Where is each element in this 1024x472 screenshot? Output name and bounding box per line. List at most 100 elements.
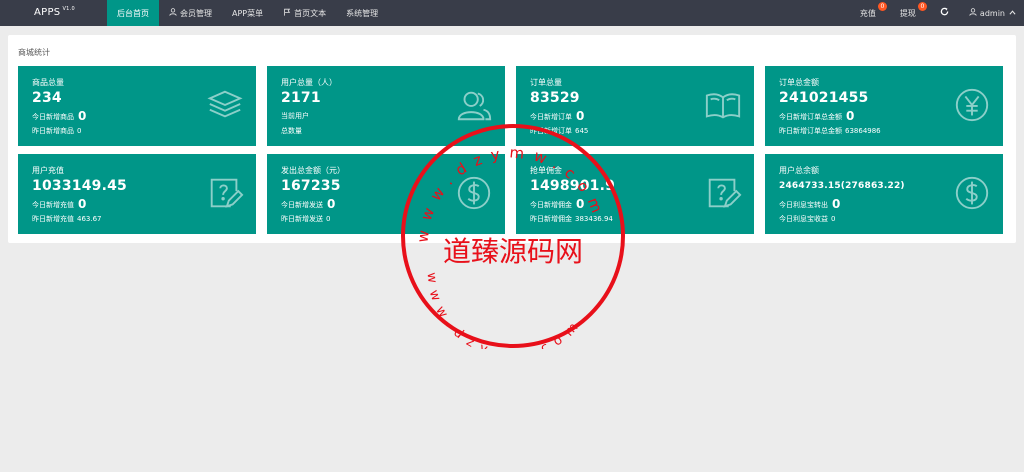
card-title: 发出总金额（元） bbox=[281, 166, 345, 175]
card-line-1: 今日新增订单 0 bbox=[530, 109, 584, 123]
nav-item-system[interactable]: 系统管理 bbox=[336, 0, 388, 26]
user-icon bbox=[169, 8, 177, 18]
card-line-2: 今日利息宝收益 0 bbox=[779, 214, 835, 224]
card-value: 83529 bbox=[530, 90, 580, 106]
top-navbar: APPSV1.0 后台首页 会员管理 APP菜单 首页文本 系统管理 充值 0 bbox=[0, 0, 1024, 26]
stat-card-recharge: 用户充值 1033149.45 今日新增充值 0 昨日新增充值 463.67 bbox=[18, 154, 256, 234]
card-line1-label: 今日利息宝转出 bbox=[779, 201, 828, 209]
card-title: 订单总金额 bbox=[779, 78, 819, 87]
card-line2-label: 昨日新增订单 bbox=[530, 127, 572, 135]
card-line-1: 今日新增商品 0 bbox=[32, 109, 86, 123]
refresh-button[interactable] bbox=[930, 0, 959, 26]
edit-icon bbox=[206, 174, 244, 212]
card-line-2: 总数量 bbox=[281, 126, 302, 136]
withdraw-badge: 0 bbox=[917, 2, 927, 11]
card-line2-label: 总数量 bbox=[281, 127, 302, 135]
card-value: 234 bbox=[32, 90, 62, 106]
card-line1-label: 今日新增充值 bbox=[32, 201, 74, 209]
dollar-icon bbox=[953, 174, 991, 212]
card-value: 1033149.45 bbox=[32, 178, 127, 194]
card-line-2: 昨日新增商品 0 bbox=[32, 126, 81, 136]
stat-card-commission: 抢单佣金 1498901.9 今日新增佣金 0 昨日新增佣金 383436.94 bbox=[516, 154, 754, 234]
card-line1-value: 0 bbox=[576, 109, 585, 123]
card-line1-label: 今日新增订单 bbox=[530, 113, 572, 121]
withdraw-label: 提现 bbox=[899, 8, 916, 18]
card-line1-value: 0 bbox=[832, 197, 841, 211]
card-line1-value: 0 bbox=[846, 109, 855, 123]
card-line1-label: 今日新增订单总金额 bbox=[779, 113, 842, 121]
nav-label-app-menu: APP菜单 bbox=[232, 8, 264, 18]
card-line-2: 昨日新增订单 645 bbox=[530, 126, 588, 136]
card-line2-value: 63864986 bbox=[845, 127, 881, 135]
nav-item-home[interactable]: 后台首页 bbox=[107, 0, 159, 26]
brand-version: V1.0 bbox=[62, 6, 76, 12]
card-line-2: 昨日新增充值 463.67 bbox=[32, 214, 102, 224]
nav-label-members: 会员管理 bbox=[180, 8, 212, 18]
brand-name: APPS bbox=[34, 7, 61, 18]
card-line1-value: 0 bbox=[576, 197, 585, 211]
card-line-1: 今日新增订单总金额 0 bbox=[779, 109, 854, 123]
card-title: 抢单佣金 bbox=[530, 166, 562, 175]
stats-panel: 商城统计 商品总量 234 今日新增商品 0 昨日新增商品 0 用户总量（人） 21… bbox=[8, 35, 1016, 243]
main-nav: 后台首页 会员管理 APP菜单 首页文本 系统管理 bbox=[107, 0, 388, 26]
card-title: 用户总量（人） bbox=[281, 78, 337, 87]
card-line-1: 今日新增充值 0 bbox=[32, 197, 86, 211]
stat-card-users: 用户总量（人） 2171 当前用户 总数量 bbox=[267, 66, 505, 146]
card-line2-label: 昨日新增订单总金额 bbox=[779, 127, 842, 135]
card-line-1: 今日新增佣金 0 bbox=[530, 197, 584, 211]
card-line2-label: 昨日新增佣金 bbox=[530, 215, 572, 223]
card-line2-label: 今日利息宝收益 bbox=[779, 215, 828, 223]
yen-icon bbox=[953, 86, 991, 124]
card-line2-value: 0 bbox=[326, 215, 331, 223]
stat-card-order-amount: 订单总金额 241021455 今日新增订单总金额 0 昨日新增订单总金额 6386… bbox=[765, 66, 1003, 146]
card-value: 2171 bbox=[281, 90, 321, 106]
navbar-right: 充值 0 提现 0 admin bbox=[850, 0, 1024, 26]
card-line2-value: 0 bbox=[77, 127, 82, 135]
users-icon bbox=[455, 86, 493, 124]
card-line-2: 昨日新增佣金 383436.94 bbox=[530, 214, 613, 224]
nav-item-members[interactable]: 会员管理 bbox=[159, 0, 222, 26]
card-line2-label: 昨日新增充值 bbox=[32, 215, 74, 223]
brand-logo[interactable]: APPS V1.0 bbox=[34, 6, 76, 18]
user-menu[interactable]: admin bbox=[959, 0, 1024, 26]
card-line2-value: 383436.94 bbox=[575, 215, 613, 223]
card-title: 商品总量 bbox=[32, 78, 64, 87]
card-line-2: 昨日新增发送 0 bbox=[281, 214, 330, 224]
card-line2-label: 昨日新增商品 bbox=[32, 127, 74, 135]
card-value: 241021455 bbox=[779, 90, 869, 106]
user-icon bbox=[969, 8, 977, 18]
stat-card-total-balance: 用户总余额 2464733.15(276863.22) 今日利息宝转出 0 今日利… bbox=[765, 154, 1003, 234]
nav-item-home-text[interactable]: 首页文本 bbox=[273, 0, 336, 26]
nav-label-home: 后台首页 bbox=[117, 8, 149, 18]
card-line-2: 昨日新增订单总金额 63864986 bbox=[779, 126, 881, 136]
card-line1-label: 今日新增佣金 bbox=[530, 201, 572, 209]
card-line2-value: 0 bbox=[831, 215, 836, 223]
card-line1-value: 0 bbox=[327, 197, 336, 211]
flag-icon bbox=[283, 8, 291, 18]
card-line1-label: 当前用户 bbox=[281, 112, 309, 120]
card-line1-value: 0 bbox=[78, 197, 87, 211]
stat-card-orders: 订单总量 83529 今日新增订单 0 昨日新增订单 645 bbox=[516, 66, 754, 146]
refresh-icon bbox=[940, 7, 949, 19]
panel-title: 商城统计 bbox=[18, 48, 50, 57]
recharge-label: 充值 bbox=[859, 8, 876, 18]
stat-card-sent-amount: 发出总金额（元） 167235 今日新增发送 0 昨日新增发送 0 bbox=[267, 154, 505, 234]
card-line-1: 今日新增发送 0 bbox=[281, 197, 335, 211]
watermark-url-bottom: www.dzymw.com bbox=[424, 272, 587, 349]
card-line1-value: 0 bbox=[78, 109, 87, 123]
chevron-up-icon bbox=[1009, 9, 1016, 17]
card-value: 2464733.15(276863.22) bbox=[779, 181, 905, 191]
stack-icon bbox=[206, 86, 244, 124]
user-name: admin bbox=[979, 8, 1005, 18]
book-icon bbox=[704, 86, 742, 124]
edit-icon bbox=[704, 174, 742, 212]
recharge-button[interactable]: 充值 0 bbox=[850, 0, 887, 26]
card-line2-value: 463.67 bbox=[77, 215, 102, 223]
card-line1-label: 今日新增商品 bbox=[32, 113, 74, 121]
nav-item-app-menu[interactable]: APP菜单 bbox=[222, 0, 273, 26]
card-line2-value: 645 bbox=[575, 127, 589, 135]
withdraw-button[interactable]: 提现 0 bbox=[890, 0, 927, 26]
recharge-badge: 0 bbox=[877, 2, 887, 11]
stat-card-products: 商品总量 234 今日新增商品 0 昨日新增商品 0 bbox=[18, 66, 256, 146]
card-line-1: 当前用户 bbox=[281, 111, 309, 121]
